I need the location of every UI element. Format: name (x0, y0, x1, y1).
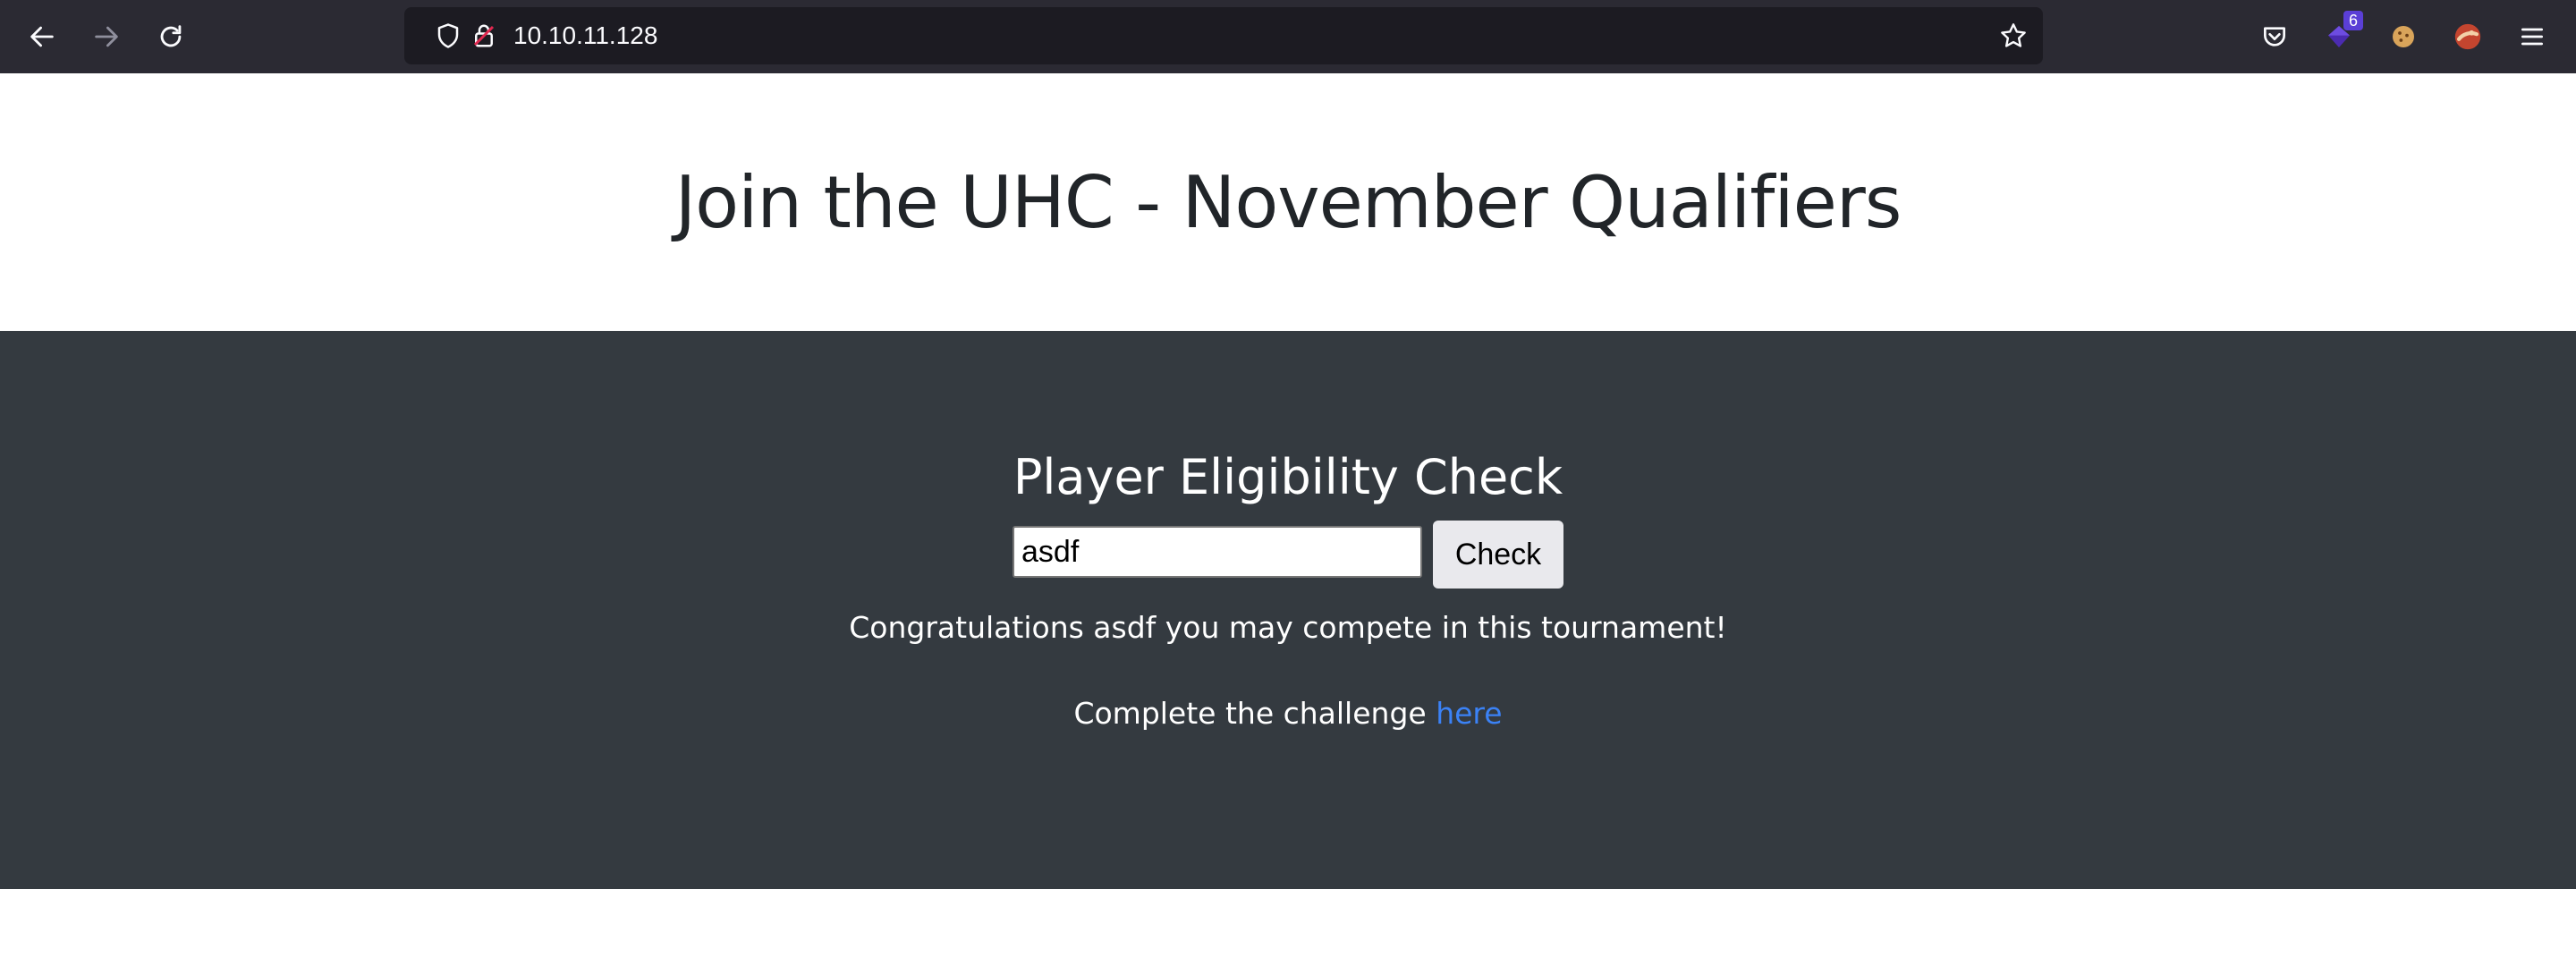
back-button[interactable] (21, 16, 63, 57)
forward-button[interactable] (86, 16, 127, 57)
forward-arrow-icon (95, 26, 118, 47)
tracking-protection-shield-icon[interactable] (431, 19, 465, 53)
challenge-line: Complete the challenge here (0, 696, 2576, 731)
result-message: Congratulations asdf you may compete in … (849, 610, 1727, 645)
hamburger-menu-icon[interactable] (2512, 16, 2553, 57)
extension-foxyproxy-icon[interactable]: 6 (2318, 11, 2363, 57)
page-content: Join the UHC - November Qualifiers Playe… (0, 73, 2576, 957)
check-button[interactable]: Check (1433, 521, 1563, 589)
player-name-input[interactable] (1013, 526, 1422, 578)
url-bar[interactable]: 10.10.11.128 (404, 7, 2043, 64)
eligibility-section: Player Eligibility Check Check Congratul… (0, 331, 2576, 889)
reload-icon (160, 25, 182, 47)
page-title: Join the UHC - November Qualifiers (674, 160, 1902, 244)
challenge-prefix: Complete the challenge (1073, 696, 1436, 731)
hero-section: Join the UHC - November Qualifiers (0, 73, 2576, 331)
url-text[interactable]: 10.10.11.128 (513, 7, 657, 64)
browser-toolbar: 10.10.11.128 6 (0, 0, 2576, 73)
eligibility-title: Player Eligibility Check (1013, 449, 1563, 505)
profile-extension-icon[interactable] (2447, 16, 2488, 57)
extension-badge: 6 (2343, 11, 2363, 30)
cookie-extension-icon[interactable] (2383, 16, 2424, 57)
back-arrow-icon (30, 26, 54, 47)
bookmark-star-icon[interactable] (1996, 19, 2030, 53)
challenge-link[interactable]: here (1436, 696, 1502, 731)
pocket-icon[interactable] (2254, 16, 2295, 57)
reload-button[interactable] (150, 16, 191, 57)
insecure-lock-icon[interactable] (467, 19, 501, 53)
